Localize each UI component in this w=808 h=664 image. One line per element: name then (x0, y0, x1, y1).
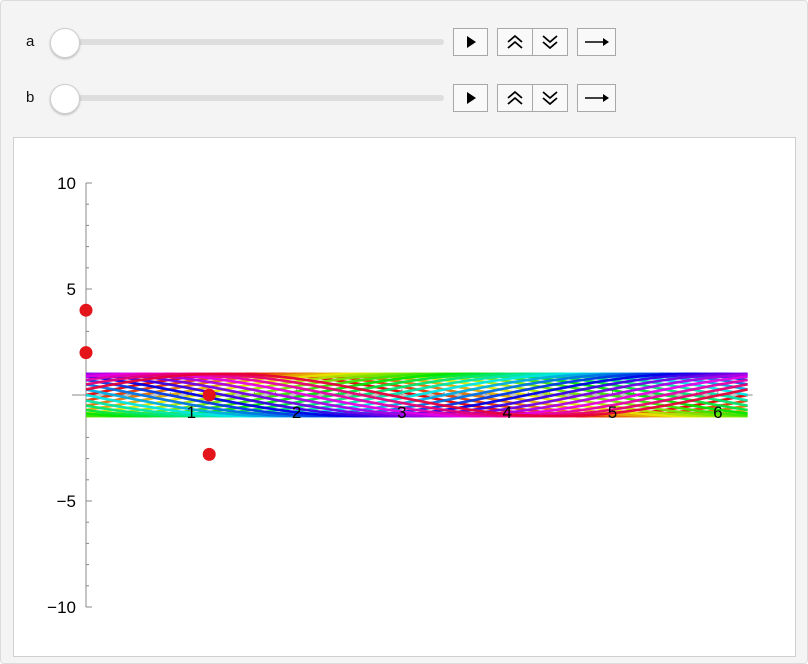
slower-button-b[interactable] (532, 84, 568, 112)
play-button-a[interactable] (453, 28, 488, 56)
data-point-4 (203, 448, 216, 461)
slower-icon (541, 34, 559, 50)
data-point-1 (80, 304, 93, 317)
faster-icon (506, 90, 524, 106)
data-point-3 (203, 389, 216, 402)
slider-label-b: b (26, 89, 34, 106)
slower-button-a[interactable] (532, 28, 568, 56)
play-icon (465, 35, 477, 49)
x-tick-label: 5 (608, 403, 617, 422)
faster-icon (506, 34, 524, 50)
slider-track-a[interactable] (53, 39, 444, 45)
plot-canvas: −10 −5 5 10 1 2 3 4 5 6 (14, 138, 795, 656)
manipulate-panel: a b −10 −5 5 10 1 2 3 4 5 6 (0, 0, 808, 664)
faster-button-b[interactable] (497, 84, 533, 112)
plot-area: −10 −5 5 10 1 2 3 4 5 6 (13, 137, 796, 657)
faster-button-a[interactable] (497, 28, 533, 56)
slower-icon (541, 90, 559, 106)
direction-button-a[interactable] (577, 28, 616, 56)
slider-thumb-a[interactable] (50, 28, 80, 58)
data-point-2 (80, 346, 93, 359)
direction-button-b[interactable] (577, 84, 616, 112)
y-tick-label: 5 (67, 280, 76, 299)
x-tick-label: 6 (713, 403, 722, 422)
x-tick-label: 4 (502, 403, 511, 422)
play-button-b[interactable] (453, 84, 488, 112)
x-tick-label: 2 (292, 403, 301, 422)
y-tick-label: −10 (47, 598, 76, 617)
slider-track-b[interactable] (53, 95, 444, 101)
direction-icon (584, 36, 610, 48)
direction-icon (584, 92, 610, 104)
x-tick-label: 3 (397, 403, 406, 422)
slider-row-b: b (1, 84, 808, 114)
slider-thumb-b[interactable] (50, 84, 80, 114)
x-tick-label: 1 (187, 403, 196, 422)
play-icon (465, 91, 477, 105)
y-tick-label: 10 (57, 174, 76, 193)
slider-row-a: a (1, 28, 808, 58)
slider-label-a: a (26, 33, 34, 50)
y-tick-label: −5 (57, 492, 76, 511)
